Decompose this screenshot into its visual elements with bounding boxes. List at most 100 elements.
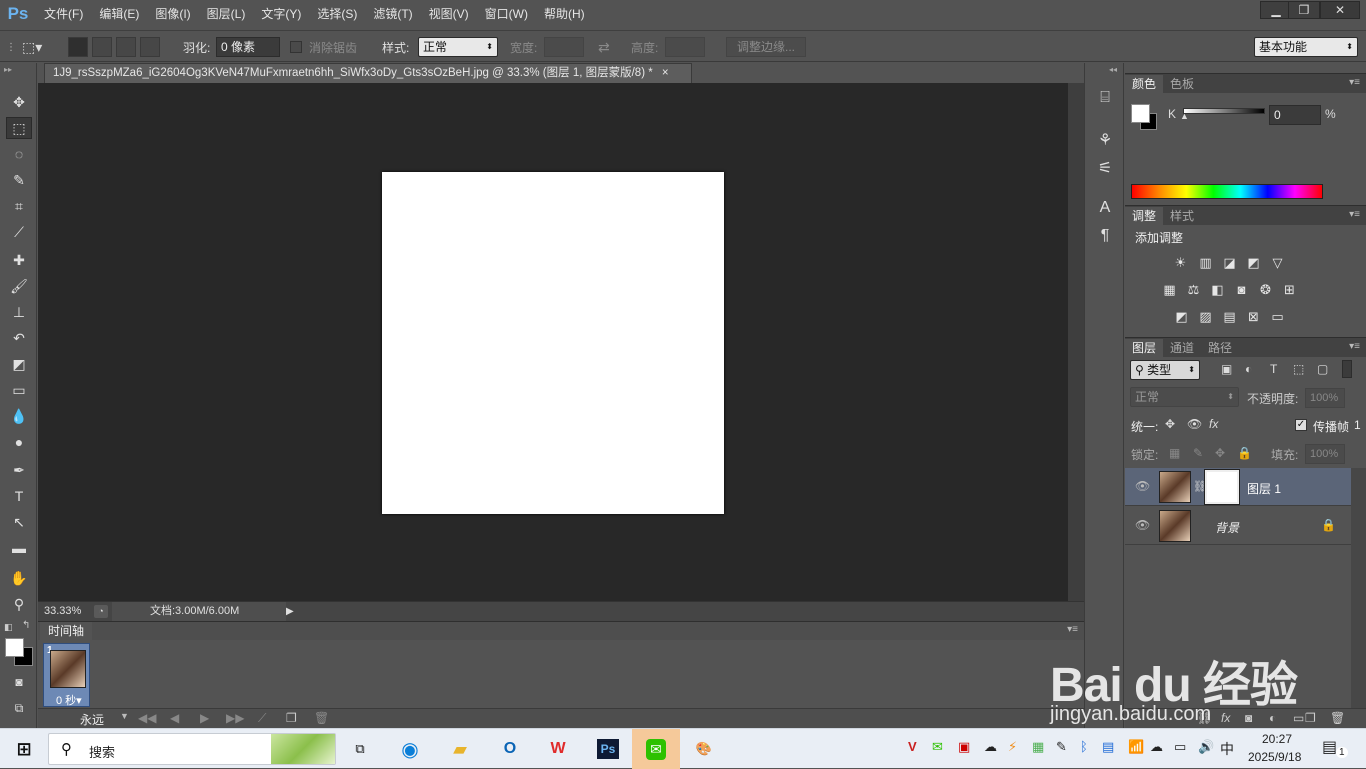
tray-app-icon[interactable]: V: [908, 739, 917, 754]
k-value-input[interactable]: 0: [1269, 105, 1321, 125]
selective-color-icon[interactable]: ⊠: [1245, 308, 1262, 325]
next-frame-icon[interactable]: ▶▶: [226, 711, 244, 725]
menu-edit[interactable]: 编辑(E): [91, 0, 147, 28]
intersect-selection-icon[interactable]: [140, 37, 160, 57]
hue-saturation-icon[interactable]: ▦: [1161, 281, 1178, 298]
timeline-tab[interactable]: 时间轴: [40, 622, 93, 640]
paragraph-panel-icon[interactable]: ¶: [1094, 225, 1116, 247]
unify-position-icon[interactable]: ✥: [1165, 417, 1175, 431]
document-canvas[interactable]: [382, 172, 724, 514]
lock-pixels-icon[interactable]: ✎: [1193, 446, 1203, 460]
layers-scrollbar[interactable]: [1351, 468, 1366, 708]
status-menu-arrow-icon[interactable]: ▶: [286, 602, 294, 621]
play-icon[interactable]: ▶: [200, 711, 209, 725]
vertical-scrollbar[interactable]: [1068, 83, 1084, 601]
filter-pixel-icon[interactable]: ▣: [1221, 362, 1232, 376]
clone-stamp-tool-icon[interactable]: ⊥: [6, 301, 32, 323]
new-group-icon[interactable]: ▭: [1293, 711, 1304, 725]
menu-window[interactable]: 窗口(W): [477, 0, 536, 28]
photo-filter-icon[interactable]: ◙: [1233, 281, 1250, 298]
tab-paths[interactable]: 路径: [1201, 339, 1239, 357]
antialias-checkbox[interactable]: [290, 41, 302, 53]
bluetooth-icon[interactable]: ᛒ: [1080, 739, 1088, 754]
history-panel-icon[interactable]: ⌸: [1094, 87, 1116, 109]
zoom-tool-icon[interactable]: ⚲: [6, 593, 32, 615]
unify-visibility-icon[interactable]: 👁: [1187, 417, 1202, 431]
curves-icon[interactable]: ◪: [1221, 254, 1238, 271]
file-explorer-icon[interactable]: ▰: [440, 733, 480, 765]
foreground-color-swatch[interactable]: [5, 638, 24, 657]
unify-style-icon[interactable]: fx: [1209, 417, 1218, 431]
edge-icon[interactable]: ◉: [390, 733, 430, 765]
link-layers-icon[interactable]: ⛓: [1197, 711, 1212, 725]
lock-transparency-icon[interactable]: ▦: [1169, 446, 1180, 460]
gradient-map-icon[interactable]: ▭: [1269, 308, 1286, 325]
add-mask-icon[interactable]: ◙: [1245, 711, 1252, 725]
panel-menu-icon[interactable]: ▾≡: [1349, 209, 1360, 220]
brush-tool-icon[interactable]: 🖌: [6, 275, 32, 297]
style-select[interactable]: 正常 ⬍: [418, 37, 498, 57]
visibility-eye-icon[interactable]: 👁: [1135, 479, 1150, 493]
character-panel-icon[interactable]: A: [1094, 197, 1116, 219]
brush-panel-icon[interactable]: ⚟: [1094, 157, 1116, 179]
panel-menu-icon[interactable]: ▾≡: [1067, 624, 1078, 635]
tray-wechat-icon[interactable]: ✉: [932, 739, 943, 755]
battery-icon[interactable]: ▭: [1174, 739, 1186, 755]
panel-menu-icon[interactable]: ▾≡: [1349, 77, 1360, 88]
tab-styles[interactable]: 样式: [1163, 207, 1201, 225]
restore-icon[interactable]: ❐: [1288, 1, 1320, 19]
menu-view[interactable]: 视图(V): [421, 0, 477, 28]
wechat-icon[interactable]: ✉: [632, 729, 680, 769]
outlook-icon[interactable]: O: [490, 733, 530, 765]
eyedropper-tool-icon[interactable]: ⟋: [6, 221, 32, 243]
tab-layers[interactable]: 图层: [1125, 339, 1164, 357]
tray-adobe-icon[interactable]: ▣: [958, 739, 970, 755]
channel-mixer-icon[interactable]: ❂: [1257, 281, 1274, 298]
screen-mode-icon[interactable]: ⧉: [6, 697, 32, 719]
marquee-preset-icon[interactable]: ⬚▾: [22, 37, 42, 57]
type-tool-icon[interactable]: T: [6, 485, 32, 507]
history-brush-tool-icon[interactable]: ↶: [6, 327, 32, 349]
first-frame-icon[interactable]: ◀◀: [138, 711, 156, 725]
marquee-tool-icon[interactable]: ⬚: [6, 117, 32, 139]
path-select-tool-icon[interactable]: ↖: [6, 511, 32, 533]
color-balance-icon[interactable]: ⚖: [1185, 281, 1202, 298]
layer-row[interactable]: 👁 背景 🔒: [1125, 507, 1351, 545]
photoshop-taskbar-icon[interactable]: Ps: [588, 733, 628, 765]
menu-select[interactable]: 选择(S): [309, 0, 365, 28]
filter-toggle[interactable]: [1342, 360, 1352, 378]
timeline-frame[interactable]: 1 0 秒▾: [43, 643, 90, 707]
color-fg-swatch[interactable]: [1131, 104, 1150, 123]
add-selection-icon[interactable]: [92, 37, 112, 57]
windows-start-icon[interactable]: ⊞: [4, 733, 44, 765]
expand-panels-icon[interactable]: ◂◂: [1109, 65, 1117, 74]
swap-colors-icon[interactable]: ↰: [22, 620, 30, 631]
chevron-down-icon[interactable]: ▼: [120, 711, 129, 721]
threshold-icon[interactable]: ▤: [1221, 308, 1238, 325]
task-view-icon[interactable]: ⧉: [340, 733, 380, 765]
filter-kind-select[interactable]: ⚲ 类型 ⬍: [1130, 360, 1200, 380]
menu-help[interactable]: 帮助(H): [536, 0, 593, 28]
ime-indicator[interactable]: 中: [1220, 739, 1234, 759]
panel-menu-icon[interactable]: ▾≡: [1349, 341, 1360, 352]
new-selection-icon[interactable]: [68, 37, 88, 57]
propagate-frame-checkbox[interactable]: ✓: [1295, 419, 1307, 431]
menu-layer[interactable]: 图层(L): [199, 0, 254, 28]
layer-name[interactable]: 图层 1: [1247, 480, 1281, 497]
workspace-select[interactable]: 基本功能 ⬍: [1254, 37, 1358, 57]
vibrance-icon[interactable]: ▽: [1269, 254, 1286, 271]
tray-cloud-icon[interactable]: ☁: [984, 739, 997, 755]
wps-icon[interactable]: W: [538, 733, 578, 765]
status-info-icon[interactable]: ◔: [94, 605, 108, 618]
tray-network-app-icon[interactable]: ▤: [1102, 739, 1114, 755]
tab-adjustments[interactable]: 调整: [1125, 207, 1164, 225]
menu-type[interactable]: 文字(Y): [253, 0, 309, 28]
lasso-tool-icon[interactable]: ◌: [6, 143, 32, 165]
black-white-icon[interactable]: ◧: [1209, 281, 1226, 298]
filter-adjustment-icon[interactable]: ◐: [1245, 362, 1252, 376]
hand-tool-icon[interactable]: ✋: [6, 567, 32, 589]
clock-time[interactable]: 20:27: [1262, 732, 1292, 746]
filter-shape-icon[interactable]: ⬚: [1293, 362, 1304, 376]
lock-all-icon[interactable]: 🔒: [1237, 446, 1252, 460]
quick-select-tool-icon[interactable]: ✎: [6, 169, 32, 191]
